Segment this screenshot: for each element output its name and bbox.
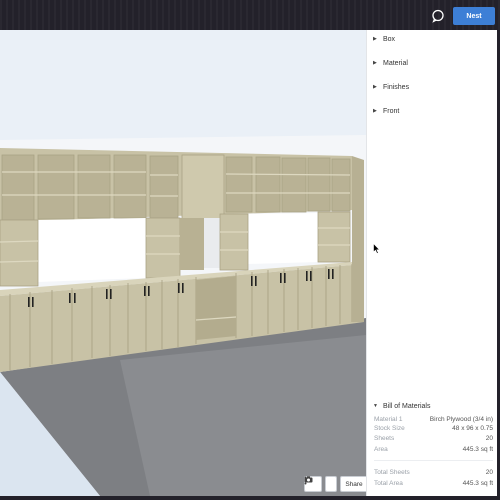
nest-button[interactable]: Nest [453, 7, 495, 25]
bom-divider [374, 460, 493, 461]
bom-total-row: Total Sheets 20 [374, 469, 493, 477]
bom-value: 445.3 sq ft [462, 480, 493, 487]
section-material[interactable]: ▶ Material [373, 56, 408, 70]
caret-right-icon: ▶ [373, 84, 377, 90]
section-finishes[interactable]: ▶ Finishes [373, 80, 409, 94]
bom-value: 445.3 sq ft [462, 446, 493, 453]
section-front[interactable]: ▶ Front [373, 104, 399, 118]
bom-value: 48 x 96 x 0.75 [452, 425, 493, 432]
section-box[interactable]: ▶ Box [373, 32, 395, 46]
top-bar: Nest [0, 0, 500, 30]
bom-row: Stock Size 48 x 96 x 0.75 [374, 425, 493, 433]
chat-bubble-icon[interactable] [430, 8, 446, 24]
window-edge [0, 496, 500, 500]
bom-label: Area [374, 446, 388, 453]
mouse-cursor-icon [373, 242, 381, 254]
bom-label: Stock Size [374, 425, 405, 432]
section-label: Finishes [383, 83, 410, 91]
bom-label: Total Area [374, 480, 403, 487]
bill-of-materials-header[interactable]: ▼ Bill of Materials [373, 399, 430, 413]
properties-panel: ▶ Box ▶ Material ▶ Finishes ▶ Front ▼ Bi… [366, 30, 498, 496]
viewport-controls: Share [304, 476, 366, 492]
bom-value: 20 [485, 435, 493, 442]
bom-value: Birch Plywood (3/4 in) [429, 416, 493, 423]
bom-value: 20 [485, 469, 493, 476]
section-label: Material [383, 59, 408, 67]
section-label: Front [383, 107, 400, 115]
bom-total-row: Total Area 445.3 sq ft [374, 480, 493, 488]
caret-right-icon: ▶ [373, 108, 377, 114]
bom-label: Sheets [374, 435, 395, 442]
bom-label: Material 1 [374, 416, 403, 423]
vertical-dots-icon[interactable] [304, 476, 337, 492]
caret-right-icon: ▶ [373, 36, 377, 42]
section-label: Box [383, 35, 396, 43]
caret-right-icon: ▶ [373, 60, 377, 66]
cabinet-scene [0, 30, 366, 496]
bom-row: Area 445.3 sq ft [374, 446, 493, 454]
bom-title: Bill of Materials [383, 402, 431, 410]
bom-label: Total Sheets [374, 469, 410, 476]
bom-row: Sheets 20 [374, 435, 493, 443]
caret-down-icon: ▼ [373, 403, 378, 409]
share-button[interactable]: Share [340, 476, 366, 492]
bom-row: Material 1 Birch Plywood (3/4 in) [374, 416, 493, 424]
3d-viewport[interactable]: Share [0, 30, 366, 496]
